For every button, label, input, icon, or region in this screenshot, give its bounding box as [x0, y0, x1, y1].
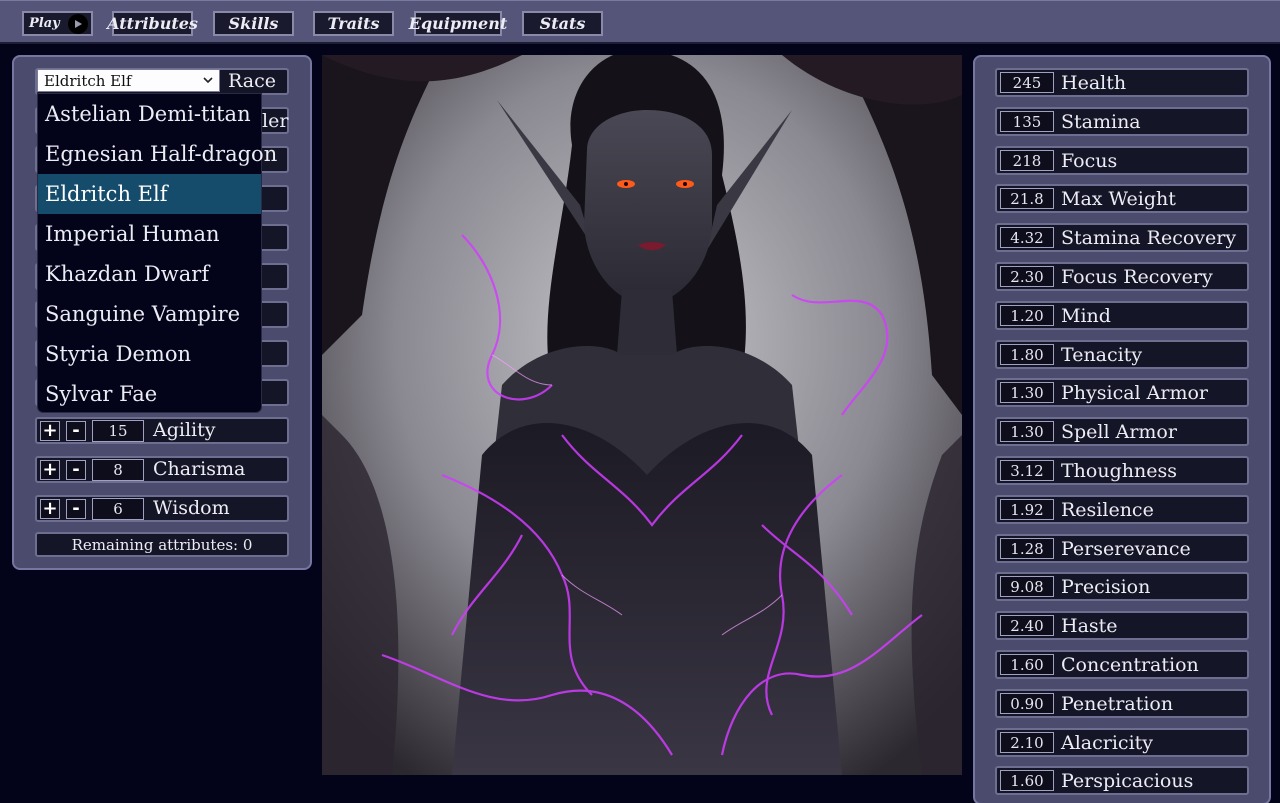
character-portrait-image	[322, 55, 962, 775]
tab-skills[interactable]: Skills	[213, 11, 294, 36]
stat-name: Mind	[1061, 304, 1111, 327]
stat-row: 1.28 Perserevance	[995, 534, 1249, 563]
stat-row: 135 Stamina	[995, 107, 1249, 136]
decrement-agility-button[interactable]: -	[66, 421, 86, 441]
play-icon	[68, 14, 88, 34]
tab-attributes[interactable]: Attributes	[107, 11, 198, 36]
race-option[interactable]: Sanguine Vampire	[38, 294, 261, 334]
character-portrait	[322, 55, 962, 775]
stat-name: Focus Recovery	[1061, 265, 1213, 288]
stat-name: Tenacity	[1061, 343, 1143, 366]
race-option[interactable]: Egnesian Half-dragon	[38, 134, 277, 174]
stat-row: 218 Focus	[995, 146, 1249, 175]
race-option-selected[interactable]: Eldritch Elf	[38, 174, 261, 214]
stat-row: 2.10 Alacricity	[995, 728, 1249, 757]
chevron-down-icon	[203, 77, 213, 84]
stat-name: Stamina	[1061, 110, 1141, 133]
stat-row: 4.32 Stamina Recovery	[995, 223, 1249, 252]
stat-name: Physical Armor	[1061, 381, 1209, 404]
race-option[interactable]: Sylvar Fae	[38, 374, 261, 414]
stat-value: 4.32	[1000, 227, 1054, 248]
stat-row: 9.08 Precision	[995, 572, 1249, 601]
tab-equipment[interactable]: Equipment	[409, 11, 507, 36]
increment-charisma-button[interactable]: +	[40, 460, 60, 480]
stat-name: Health	[1061, 71, 1127, 94]
tab-stats[interactable]: Stats	[522, 11, 603, 36]
stat-row: 1.30 Spell Armor	[995, 417, 1249, 446]
stat-name: Focus	[1061, 149, 1118, 172]
stat-row: 1.60 Perspicacious	[995, 766, 1249, 795]
increment-agility-button[interactable]: +	[40, 421, 60, 441]
stat-value: 1.92	[1000, 499, 1054, 520]
stat-row: 1.30 Physical Armor	[995, 378, 1249, 407]
stat-name: Perserevance	[1061, 537, 1191, 560]
stat-row: 1.20 Mind	[995, 301, 1249, 330]
play-button[interactable]: Play	[22, 11, 93, 36]
stat-value: 1.30	[1000, 421, 1054, 442]
agility-label: Agility	[153, 419, 216, 441]
stat-value: 135	[1000, 111, 1054, 132]
charisma-value: 8	[92, 459, 144, 481]
stat-row: 1.92 Resilence	[995, 495, 1249, 524]
stat-value: 218	[1000, 150, 1054, 171]
stat-row: 21.8 Max Weight	[995, 184, 1249, 213]
race-option[interactable]: Imperial Human	[38, 214, 261, 254]
stat-row: 1.80 Tenacity	[995, 340, 1249, 369]
race-dropdown-list: Astelian Demi-titan Egnesian Half-dragon…	[37, 93, 277, 414]
increment-wisdom-button[interactable]: +	[40, 499, 60, 519]
stat-value: 2.40	[1000, 615, 1054, 636]
top-nav-bar: Play Attributes Skills Traits Equipment …	[0, 0, 1280, 44]
stat-value: 1.60	[1000, 654, 1054, 675]
stat-value: 2.10	[1000, 732, 1054, 753]
race-select[interactable]: Eldritch Elf	[37, 69, 220, 92]
stat-value: 1.80	[1000, 344, 1054, 365]
stat-value: 1.60	[1000, 770, 1054, 791]
stat-name: Alacricity	[1061, 731, 1154, 754]
stat-name: Penetration	[1061, 692, 1174, 715]
stat-value: 9.08	[1000, 576, 1054, 597]
wisdom-label: Wisdom	[153, 497, 230, 519]
agility-value: 15	[92, 420, 144, 442]
stat-name: Perspicacious	[1061, 769, 1194, 792]
stat-name: Max Weight	[1061, 187, 1176, 210]
remaining-attributes: Remaining attributes: 0	[35, 532, 289, 557]
stat-row: 0.90 Penetration	[995, 689, 1249, 718]
stat-row: 2.30 Focus Recovery	[995, 262, 1249, 291]
race-option[interactable]: Khazdan Dwarf	[38, 254, 261, 294]
stat-name: Spell Armor	[1061, 420, 1177, 443]
stat-value: 245	[1000, 72, 1054, 93]
gender-label-partial: ler	[262, 110, 289, 132]
stat-value: 3.12	[1000, 460, 1054, 481]
stat-row: 3.12 Thoughness	[995, 456, 1249, 485]
stat-name: Precision	[1061, 575, 1151, 598]
race-select-value: Eldritch Elf	[44, 71, 132, 90]
stat-value: 21.8	[1000, 188, 1054, 209]
stat-value: 1.28	[1000, 538, 1054, 559]
stat-name: Thoughness	[1061, 459, 1177, 482]
stat-value: 0.90	[1000, 693, 1054, 714]
stat-row: 245 Health	[995, 68, 1249, 97]
stat-name: Haste	[1061, 614, 1118, 637]
stat-name: Concentration	[1061, 653, 1199, 676]
tab-traits[interactable]: Traits	[313, 11, 394, 36]
decrement-charisma-button[interactable]: -	[66, 460, 86, 480]
stat-name: Stamina Recovery	[1061, 226, 1237, 249]
stat-value: 1.30	[1000, 382, 1054, 403]
race-option[interactable]: Astelian Demi-titan	[38, 94, 261, 134]
stat-row: 2.40 Haste	[995, 611, 1249, 640]
race-option[interactable]: Styria Demon	[38, 334, 261, 374]
wisdom-value: 6	[92, 498, 144, 520]
stat-row: 1.60 Concentration	[995, 650, 1249, 679]
charisma-label: Charisma	[153, 458, 246, 480]
play-label: Play	[29, 16, 60, 31]
stat-value: 2.30	[1000, 266, 1054, 287]
stat-value: 1.20	[1000, 305, 1054, 326]
race-label: Race	[228, 70, 276, 92]
stat-name: Resilence	[1061, 498, 1154, 521]
decrement-wisdom-button[interactable]: -	[66, 499, 86, 519]
